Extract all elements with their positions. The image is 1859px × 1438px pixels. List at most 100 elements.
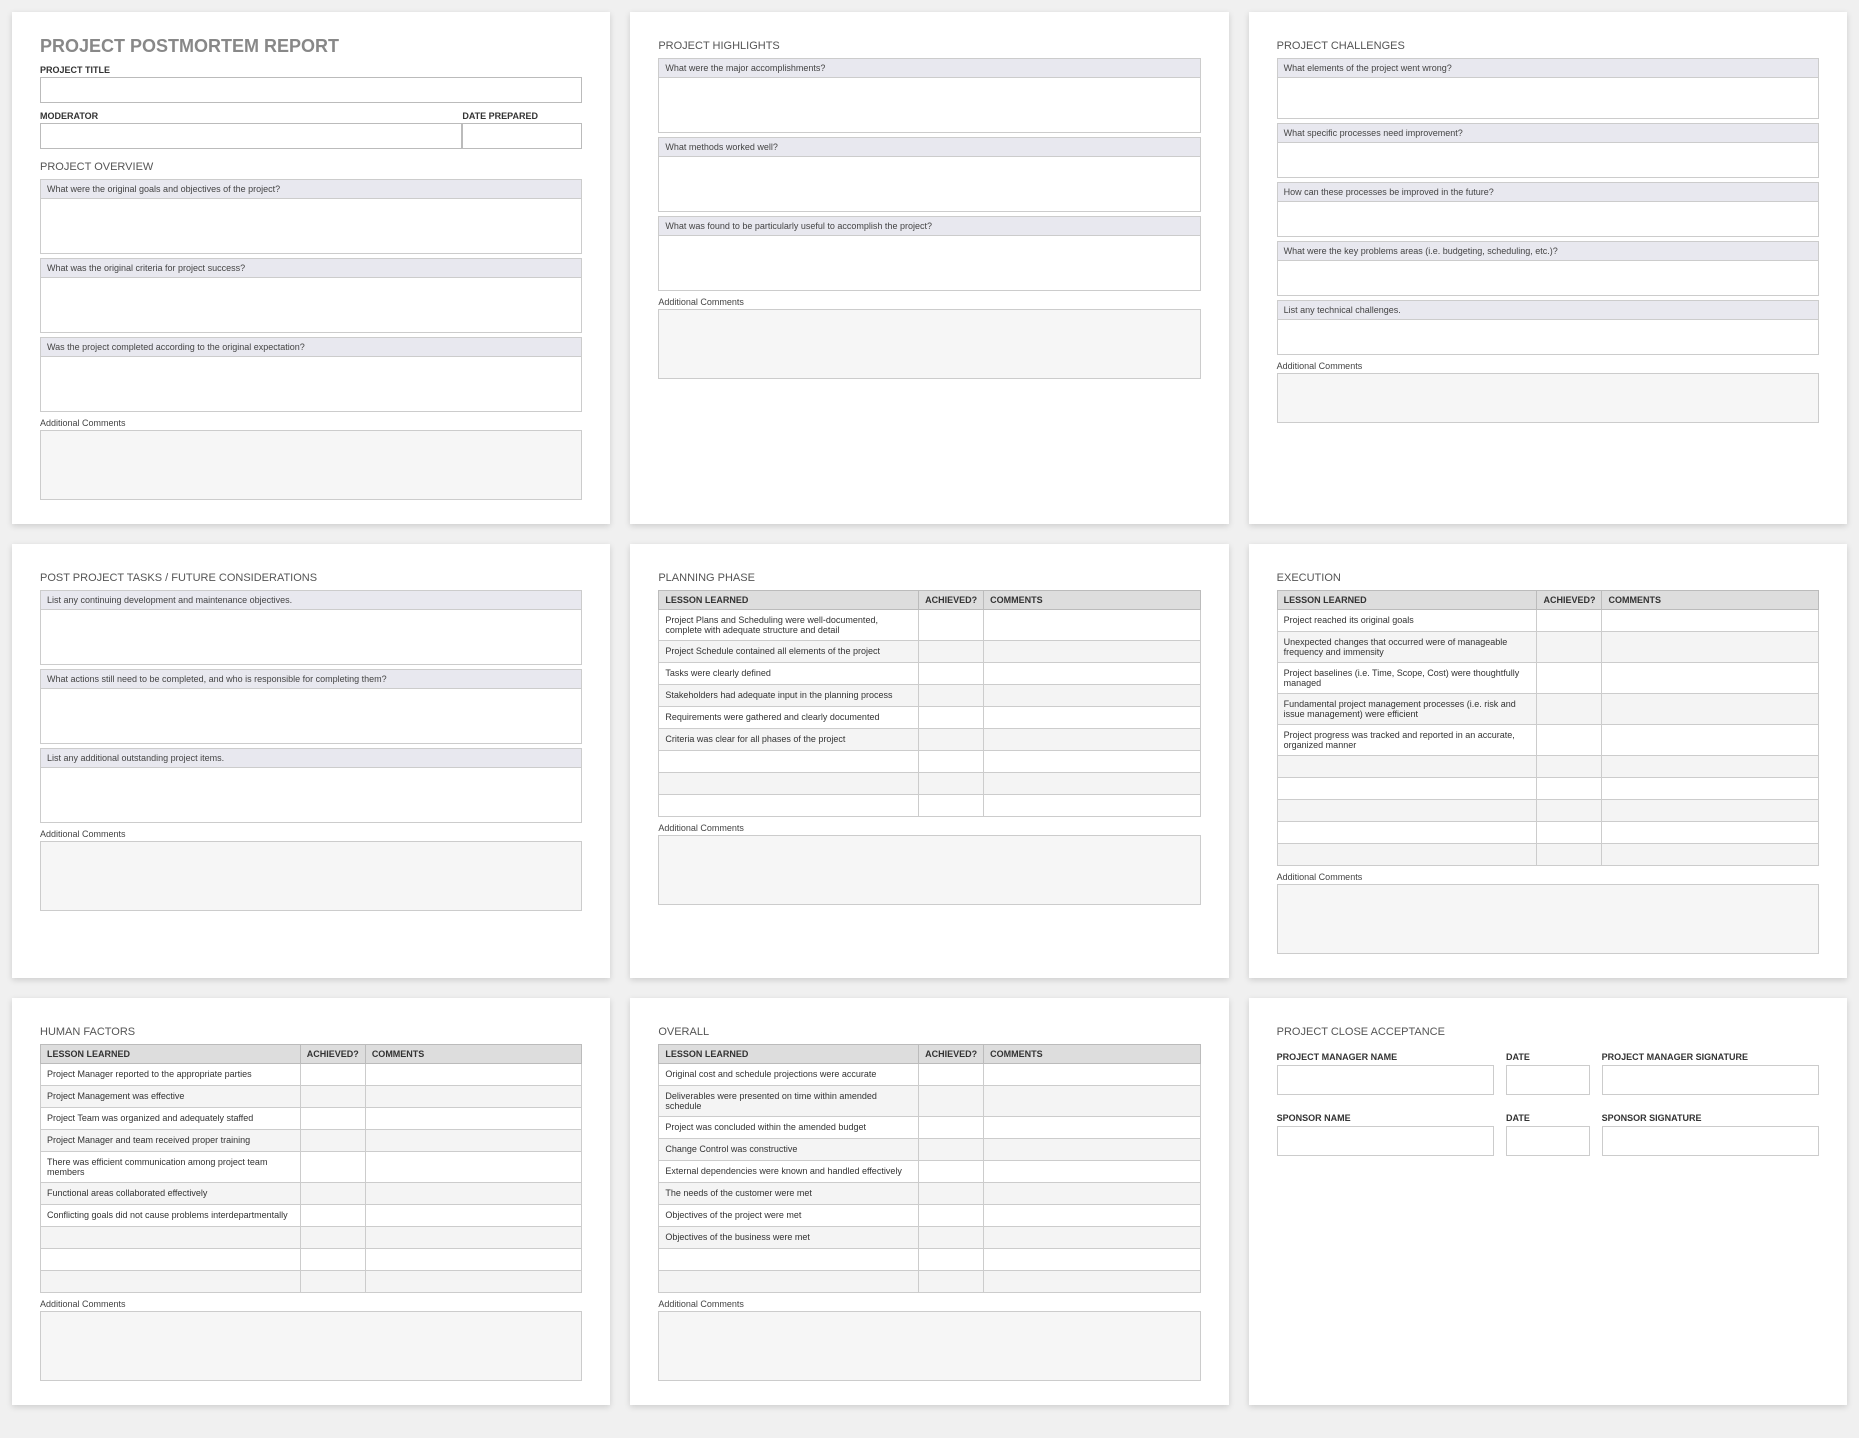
p1-q2-box[interactable] [40,277,582,333]
achieved-cell[interactable] [300,1130,365,1152]
comments-cell[interactable] [984,1183,1201,1205]
achieved-cell[interactable] [300,1227,365,1249]
achieved-cell[interactable] [1537,822,1602,844]
achieved-cell[interactable] [919,641,984,663]
achieved-cell[interactable] [1537,844,1602,866]
p5-comments-box[interactable] [658,835,1200,905]
comments-cell[interactable] [984,1117,1201,1139]
comments-cell[interactable] [365,1130,582,1152]
sp-name-input[interactable] [1277,1126,1494,1156]
comments-cell[interactable] [984,685,1201,707]
p3-q3-box[interactable] [1277,201,1819,237]
comments-cell[interactable] [1602,632,1819,663]
comments-cell[interactable] [1602,778,1819,800]
pm-name-input[interactable] [1277,1065,1494,1095]
comments-cell[interactable] [984,641,1201,663]
achieved-cell[interactable] [919,610,984,641]
p7-comments-box[interactable] [40,1311,582,1381]
p3-q1-box[interactable] [1277,77,1819,119]
comments-cell[interactable] [984,773,1201,795]
sp-date-input[interactable] [1506,1126,1590,1156]
sp-sig-input[interactable] [1602,1126,1819,1156]
achieved-cell[interactable] [919,1161,984,1183]
p1-comments-box[interactable] [40,430,582,500]
comments-cell[interactable] [1602,844,1819,866]
comments-cell[interactable] [984,1064,1201,1086]
comments-cell[interactable] [984,610,1201,641]
achieved-cell[interactable] [1537,632,1602,663]
achieved-cell[interactable] [919,1117,984,1139]
achieved-cell[interactable] [1537,610,1602,632]
p3-comments-box[interactable] [1277,373,1819,423]
p1-q3-box[interactable] [40,356,582,412]
p4-q3-box[interactable] [40,767,582,823]
achieved-cell[interactable] [919,663,984,685]
comments-cell[interactable] [365,1271,582,1293]
achieved-cell[interactable] [919,1271,984,1293]
achieved-cell[interactable] [300,1271,365,1293]
comments-cell[interactable] [365,1249,582,1271]
achieved-cell[interactable] [300,1086,365,1108]
comments-cell[interactable] [1602,694,1819,725]
comments-cell[interactable] [1602,822,1819,844]
achieved-cell[interactable] [300,1152,365,1183]
achieved-cell[interactable] [300,1205,365,1227]
moderator-input[interactable] [40,123,462,149]
achieved-cell[interactable] [919,685,984,707]
p4-q2-box[interactable] [40,688,582,744]
comments-cell[interactable] [984,795,1201,817]
comments-cell[interactable] [984,729,1201,751]
achieved-cell[interactable] [919,1086,984,1117]
achieved-cell[interactable] [919,1205,984,1227]
comments-cell[interactable] [984,1086,1201,1117]
comments-cell[interactable] [984,1205,1201,1227]
achieved-cell[interactable] [919,795,984,817]
comments-cell[interactable] [984,751,1201,773]
achieved-cell[interactable] [919,1249,984,1271]
comments-cell[interactable] [1602,725,1819,756]
comments-cell[interactable] [1602,756,1819,778]
p2-q3-box[interactable] [658,235,1200,291]
p6-comments-box[interactable] [1277,884,1819,954]
comments-cell[interactable] [365,1108,582,1130]
p3-q2-box[interactable] [1277,142,1819,178]
comments-cell[interactable] [365,1205,582,1227]
pm-date-input[interactable] [1506,1065,1590,1095]
comments-cell[interactable] [984,1249,1201,1271]
comments-cell[interactable] [1602,610,1819,632]
achieved-cell[interactable] [919,1183,984,1205]
p4-q1-box[interactable] [40,609,582,665]
pm-sig-input[interactable] [1602,1065,1819,1095]
date-prepared-input[interactable] [462,123,582,149]
achieved-cell[interactable] [919,1064,984,1086]
comments-cell[interactable] [984,663,1201,685]
comments-cell[interactable] [1602,663,1819,694]
p2-q1-box[interactable] [658,77,1200,133]
p4-comments-box[interactable] [40,841,582,911]
p2-q2-box[interactable] [658,156,1200,212]
achieved-cell[interactable] [1537,800,1602,822]
achieved-cell[interactable] [1537,694,1602,725]
achieved-cell[interactable] [919,751,984,773]
comments-cell[interactable] [984,1227,1201,1249]
achieved-cell[interactable] [1537,663,1602,694]
comments-cell[interactable] [984,1161,1201,1183]
achieved-cell[interactable] [1537,778,1602,800]
p2-comments-box[interactable] [658,309,1200,379]
comments-cell[interactable] [365,1152,582,1183]
p3-q5-box[interactable] [1277,319,1819,355]
achieved-cell[interactable] [300,1183,365,1205]
comments-cell[interactable] [365,1086,582,1108]
achieved-cell[interactable] [300,1249,365,1271]
achieved-cell[interactable] [1537,756,1602,778]
comments-cell[interactable] [365,1064,582,1086]
p3-q4-box[interactable] [1277,260,1819,296]
achieved-cell[interactable] [300,1064,365,1086]
comments-cell[interactable] [984,1139,1201,1161]
achieved-cell[interactable] [919,1227,984,1249]
achieved-cell[interactable] [919,1139,984,1161]
comments-cell[interactable] [1602,800,1819,822]
achieved-cell[interactable] [919,773,984,795]
comments-cell[interactable] [984,1271,1201,1293]
comments-cell[interactable] [365,1183,582,1205]
